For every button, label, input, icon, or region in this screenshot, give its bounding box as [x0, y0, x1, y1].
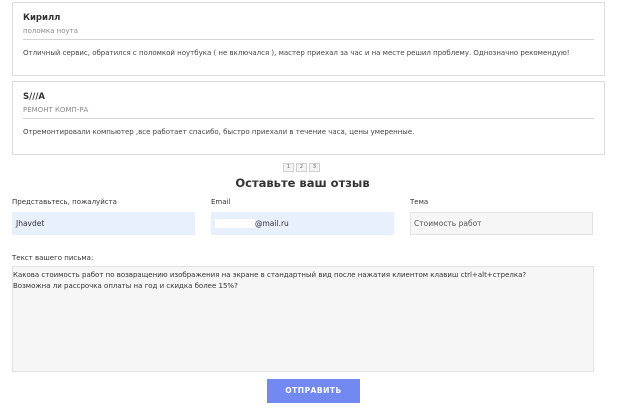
name-input[interactable]: Jhavdet — [12, 212, 195, 235]
topic-label: Тема — [410, 198, 429, 206]
review-author: Кирилл — [23, 13, 61, 23]
email-input[interactable]: @mail.ru — [211, 212, 394, 235]
review-subject: поломка ноута — [23, 27, 594, 40]
message-line: Возможна ли рассрочка оплаты на год и ск… — [13, 282, 238, 290]
topic-placeholder: Стоимость работ — [414, 219, 482, 228]
name-input-value: Jhavdet — [16, 219, 45, 228]
redacted-mask — [215, 218, 255, 228]
review-text: Отремонтировали компьютер ,все работает … — [23, 128, 415, 136]
page-button-2[interactable]: 2 — [296, 163, 307, 172]
email-label: Email — [211, 198, 231, 206]
review-subject: РЕМОНТ КОМП-РА — [23, 106, 594, 119]
email-input-value: @mail.ru — [255, 219, 289, 228]
review-author: S///A — [23, 92, 46, 102]
page-button-1[interactable]: 1 — [283, 163, 294, 172]
pagination: 1 2 3 — [283, 163, 320, 172]
review-card: Кирилл поломка ноута Отличный сервис, об… — [12, 2, 605, 76]
page-button-3[interactable]: 3 — [309, 163, 320, 172]
message-line: Какова стоимость работ по возвращению из… — [13, 271, 527, 279]
review-text: Отличный сервис, обратился с поломкой но… — [23, 49, 570, 57]
name-label: Представьтесь, пожалуйста — [12, 198, 117, 206]
review-card: S///A РЕМОНТ КОМП-РА Отремонтировали ком… — [12, 81, 605, 155]
message-label: Текст вашего письма: — [12, 254, 94, 262]
form-title: Оставьте ваш отзыв — [235, 176, 370, 190]
reviews-list: Кирилл поломка ноута Отличный сервис, об… — [0, 0, 640, 162]
topic-input[interactable]: Стоимость работ — [410, 212, 593, 235]
submit-button[interactable]: ОТПРАВИТЬ — [267, 379, 360, 403]
message-textarea[interactable]: Какова стоимость работ по возвращению из… — [12, 266, 594, 372]
